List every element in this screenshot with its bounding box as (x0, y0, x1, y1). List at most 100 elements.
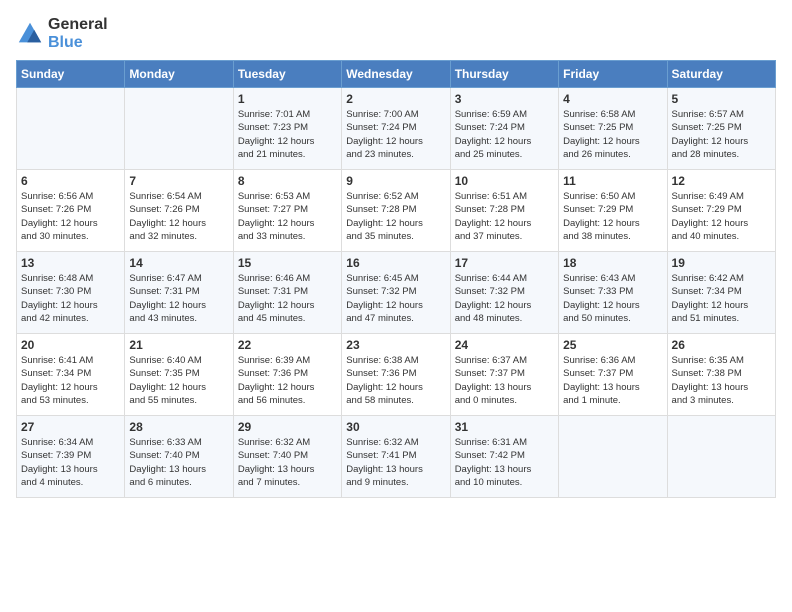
calendar-cell: 28 Sunrise: 6:33 AM Sunset: 7:40 PM Dayli… (125, 416, 233, 498)
day-info: Sunrise: 6:34 AM Sunset: 7:39 PM Dayligh… (21, 436, 120, 489)
calendar-body: 1 Sunrise: 7:01 AM Sunset: 7:23 PM Daylig… (17, 88, 776, 498)
day-number: 12 (672, 174, 771, 188)
day-number: 17 (455, 256, 554, 270)
day-number: 27 (21, 420, 120, 434)
calendar-cell: 23 Sunrise: 6:38 AM Sunset: 7:36 PM Dayli… (342, 334, 450, 416)
day-number: 28 (129, 420, 228, 434)
week-row-1: 6Sunrise: 6:56 AM Sunset: 7:26 PM Daylig… (17, 170, 776, 252)
col-header-sunday: Sunday (17, 61, 125, 88)
day-info: Sunrise: 6:52 AM Sunset: 7:28 PM Dayligh… (346, 190, 445, 243)
calendar-cell: 4 Sunrise: 6:58 AM Sunset: 7:25 PM Daylig… (559, 88, 667, 170)
calendar-cell: 21 Sunrise: 6:40 AM Sunset: 7:35 PM Dayli… (125, 334, 233, 416)
day-number: 18 (563, 256, 662, 270)
calendar-cell: 13 Sunrise: 6:48 AM Sunset: 7:30 PM Dayli… (17, 252, 125, 334)
calendar-cell: 30 Sunrise: 6:32 AM Sunset: 7:41 PM Dayli… (342, 416, 450, 498)
day-info: Sunrise: 6:41 AM Sunset: 7:34 PM Dayligh… (21, 354, 120, 407)
calendar-cell: 3Sunrise: 6:59 AM Sunset: 7:24 PM Daylig… (450, 88, 558, 170)
week-row-2: 13 Sunrise: 6:48 AM Sunset: 7:30 PM Dayli… (17, 252, 776, 334)
day-info: Sunrise: 6:53 AM Sunset: 7:27 PM Dayligh… (238, 190, 337, 243)
day-number: 23 (346, 338, 445, 352)
day-info: Sunrise: 6:49 AM Sunset: 7:29 PM Dayligh… (672, 190, 771, 243)
day-number: 22 (238, 338, 337, 352)
logo-text: General Blue (48, 16, 108, 52)
calendar-cell: 24 Sunrise: 6:37 AM Sunset: 7:37 PM Dayli… (450, 334, 558, 416)
calendar-cell: 31 Sunrise: 6:31 AM Sunset: 7:42 PM Dayli… (450, 416, 558, 498)
day-info: Sunrise: 6:59 AM Sunset: 7:24 PM Dayligh… (455, 108, 554, 161)
day-info: Sunrise: 6:31 AM Sunset: 7:42 PM Dayligh… (455, 436, 554, 489)
day-number: 24 (455, 338, 554, 352)
day-number: 31 (455, 420, 554, 434)
calendar-cell (125, 88, 233, 170)
day-info: Sunrise: 6:54 AM Sunset: 7:26 PM Dayligh… (129, 190, 228, 243)
day-info: Sunrise: 6:40 AM Sunset: 7:35 PM Dayligh… (129, 354, 228, 407)
calendar-cell: 8 Sunrise: 6:53 AM Sunset: 7:27 PM Daylig… (233, 170, 341, 252)
day-info: Sunrise: 7:01 AM Sunset: 7:23 PM Dayligh… (238, 108, 337, 161)
day-number: 16 (346, 256, 445, 270)
col-header-tuesday: Tuesday (233, 61, 341, 88)
col-header-saturday: Saturday (667, 61, 775, 88)
day-number: 26 (672, 338, 771, 352)
day-number: 20 (21, 338, 120, 352)
day-number: 29 (238, 420, 337, 434)
day-info: Sunrise: 6:35 AM Sunset: 7:38 PM Dayligh… (672, 354, 771, 407)
day-number: 15 (238, 256, 337, 270)
day-info: Sunrise: 6:33 AM Sunset: 7:40 PM Dayligh… (129, 436, 228, 489)
calendar-cell: 16 Sunrise: 6:45 AM Sunset: 7:32 PM Dayli… (342, 252, 450, 334)
day-number: 21 (129, 338, 228, 352)
day-number: 13 (21, 256, 120, 270)
header-row: SundayMondayTuesdayWednesdayThursdayFrid… (17, 61, 776, 88)
day-info: Sunrise: 6:58 AM Sunset: 7:25 PM Dayligh… (563, 108, 662, 161)
day-number: 8 (238, 174, 337, 188)
logo: General Blue (16, 16, 108, 52)
day-info: Sunrise: 6:47 AM Sunset: 7:31 PM Dayligh… (129, 272, 228, 325)
day-number: 25 (563, 338, 662, 352)
logo-icon (16, 20, 44, 48)
calendar-cell (667, 416, 775, 498)
calendar-header: SundayMondayTuesdayWednesdayThursdayFrid… (17, 61, 776, 88)
day-number: 7 (129, 174, 228, 188)
day-info: Sunrise: 6:38 AM Sunset: 7:36 PM Dayligh… (346, 354, 445, 407)
col-header-monday: Monday (125, 61, 233, 88)
day-info: Sunrise: 6:39 AM Sunset: 7:36 PM Dayligh… (238, 354, 337, 407)
day-number: 1 (238, 92, 337, 106)
day-number: 10 (455, 174, 554, 188)
calendar-cell: 25 Sunrise: 6:36 AM Sunset: 7:37 PM Dayli… (559, 334, 667, 416)
day-number: 6 (21, 174, 120, 188)
day-number: 30 (346, 420, 445, 434)
day-info: Sunrise: 6:50 AM Sunset: 7:29 PM Dayligh… (563, 190, 662, 243)
day-info: Sunrise: 6:37 AM Sunset: 7:37 PM Dayligh… (455, 354, 554, 407)
calendar-cell: 2 Sunrise: 7:00 AM Sunset: 7:24 PM Daylig… (342, 88, 450, 170)
day-info: Sunrise: 6:32 AM Sunset: 7:40 PM Dayligh… (238, 436, 337, 489)
day-info: Sunrise: 6:32 AM Sunset: 7:41 PM Dayligh… (346, 436, 445, 489)
calendar-cell: 10Sunrise: 6:51 AM Sunset: 7:28 PM Dayli… (450, 170, 558, 252)
calendar-cell: 19 Sunrise: 6:42 AM Sunset: 7:34 PM Dayli… (667, 252, 775, 334)
calendar-cell: 18Sunrise: 6:43 AM Sunset: 7:33 PM Dayli… (559, 252, 667, 334)
day-info: Sunrise: 6:46 AM Sunset: 7:31 PM Dayligh… (238, 272, 337, 325)
day-info: Sunrise: 6:48 AM Sunset: 7:30 PM Dayligh… (21, 272, 120, 325)
col-header-wednesday: Wednesday (342, 61, 450, 88)
day-number: 4 (563, 92, 662, 106)
day-info: Sunrise: 6:42 AM Sunset: 7:34 PM Dayligh… (672, 272, 771, 325)
calendar-cell: 26 Sunrise: 6:35 AM Sunset: 7:38 PM Dayli… (667, 334, 775, 416)
calendar-cell: 6Sunrise: 6:56 AM Sunset: 7:26 PM Daylig… (17, 170, 125, 252)
calendar-cell: 5 Sunrise: 6:57 AM Sunset: 7:25 PM Daylig… (667, 88, 775, 170)
calendar-cell: 15 Sunrise: 6:46 AM Sunset: 7:31 PM Dayli… (233, 252, 341, 334)
week-row-0: 1 Sunrise: 7:01 AM Sunset: 7:23 PM Daylig… (17, 88, 776, 170)
day-info: Sunrise: 6:36 AM Sunset: 7:37 PM Dayligh… (563, 354, 662, 407)
day-number: 11 (563, 174, 662, 188)
day-number: 14 (129, 256, 228, 270)
calendar-table: SundayMondayTuesdayWednesdayThursdayFrid… (16, 60, 776, 498)
calendar-cell: 22 Sunrise: 6:39 AM Sunset: 7:36 PM Dayli… (233, 334, 341, 416)
day-number: 5 (672, 92, 771, 106)
day-info: Sunrise: 6:45 AM Sunset: 7:32 PM Dayligh… (346, 272, 445, 325)
calendar-cell (559, 416, 667, 498)
day-info: Sunrise: 6:57 AM Sunset: 7:25 PM Dayligh… (672, 108, 771, 161)
day-number: 19 (672, 256, 771, 270)
day-number: 2 (346, 92, 445, 106)
week-row-4: 27 Sunrise: 6:34 AM Sunset: 7:39 PM Dayli… (17, 416, 776, 498)
day-info: Sunrise: 6:44 AM Sunset: 7:32 PM Dayligh… (455, 272, 554, 325)
day-info: Sunrise: 7:00 AM Sunset: 7:24 PM Dayligh… (346, 108, 445, 161)
calendar-cell: 20 Sunrise: 6:41 AM Sunset: 7:34 PM Dayli… (17, 334, 125, 416)
calendar-cell: 7 Sunrise: 6:54 AM Sunset: 7:26 PM Daylig… (125, 170, 233, 252)
calendar-cell: 9Sunrise: 6:52 AM Sunset: 7:28 PM Daylig… (342, 170, 450, 252)
